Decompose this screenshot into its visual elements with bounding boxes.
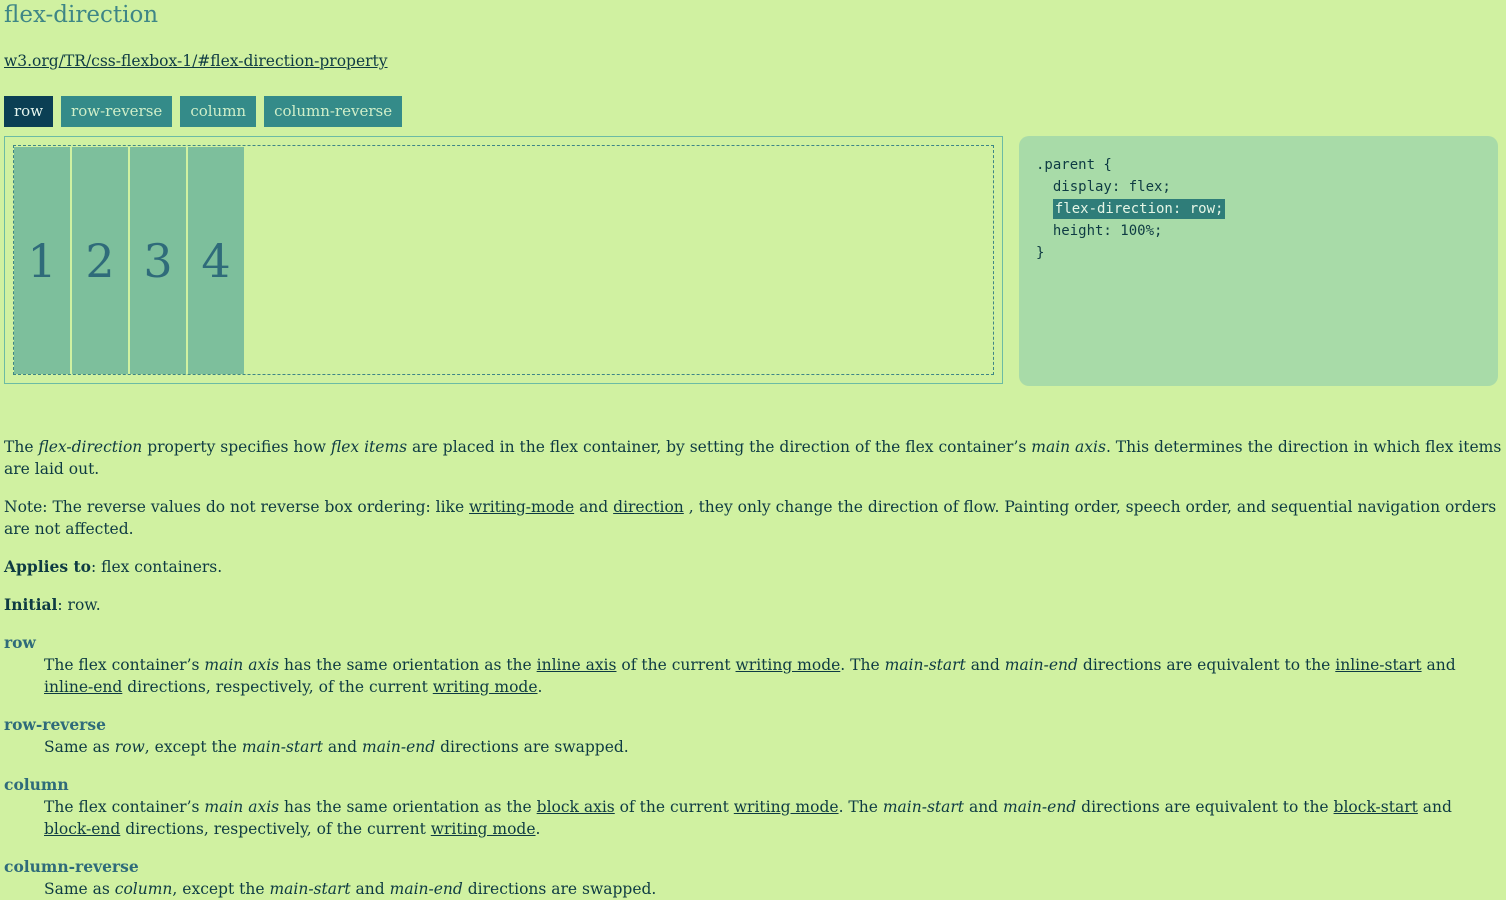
writing-mode-link[interactable]: writing mode [734, 798, 839, 816]
flex-item-label: 2 [85, 233, 115, 288]
block-axis-link[interactable]: block axis [537, 798, 615, 816]
code-panel: .parent { display: flex; flex-direction:… [1019, 136, 1498, 386]
demo-area: 1 2 3 4 .parent { display: flex; flex-di… [4, 136, 1502, 386]
page: flex-direction w3.org/TR/css-flexbox-1/#… [0, 0, 1506, 900]
block-end-link[interactable]: block-end [44, 820, 120, 838]
flex-item-3: 3 [130, 147, 186, 374]
code-line: height: 100%; [1036, 223, 1163, 239]
initial-value: Initial: row. [4, 595, 101, 614]
code-line: display: flex; [1036, 179, 1171, 195]
flex-item-1: 1 [14, 147, 70, 374]
demo-container: 1 2 3 4 [4, 136, 1003, 384]
writing-mode-link[interactable]: writing mode [736, 656, 841, 674]
column-button[interactable]: column [180, 96, 257, 127]
column-reverse-button[interactable]: column-reverse [264, 96, 403, 127]
note-paragraph: Note: The reverse values do not reverse … [4, 498, 1497, 538]
flex-item-4: 4 [188, 147, 244, 374]
def-term-column: column [4, 775, 69, 794]
code-line: .parent { [1036, 157, 1112, 173]
def-term-column-reverse: column-reverse [4, 857, 139, 876]
def-term-row: row [4, 633, 36, 652]
writing-mode-link[interactable]: writing-mode [469, 498, 574, 516]
def-desc-column-reverse: Same as column, except the main-start an… [44, 880, 657, 898]
def-desc-row-reverse: Same as row, except the main-start and m… [44, 738, 629, 756]
applies-to: Applies to: flex containers. [4, 557, 223, 576]
def-term-row-reverse: row-reverse [4, 715, 106, 734]
direction-buttons: row row-reverse column column-reverse [4, 96, 1502, 127]
description: The flex-direction property specifies ho… [4, 436, 1502, 900]
row-button[interactable]: row [4, 96, 54, 127]
flex-parent: 1 2 3 4 [13, 145, 994, 375]
def-desc-row: The flex container’s main axis has the s… [44, 656, 1456, 696]
row-reverse-button[interactable]: row-reverse [61, 96, 173, 127]
flex-item-label: 4 [201, 233, 231, 288]
direction-link[interactable]: direction [613, 498, 684, 516]
code-line: flex-direction: row; [1036, 198, 1481, 220]
code-line: } [1036, 245, 1045, 261]
writing-mode-link[interactable]: writing mode [431, 820, 536, 838]
inline-start-link[interactable]: inline-start [1335, 656, 1421, 674]
page-title: flex-direction [4, 2, 159, 28]
block-start-link[interactable]: block-start [1334, 798, 1418, 816]
spec-link[interactable]: w3.org/TR/css-flexbox-1/#flex-direction-… [4, 52, 388, 70]
flex-item-label: 1 [27, 233, 57, 288]
inline-end-link[interactable]: inline-end [44, 678, 122, 696]
flex-item-label: 3 [143, 233, 173, 288]
writing-mode-link[interactable]: writing mode [433, 678, 538, 696]
code-highlight: flex-direction: row; [1052, 199, 1226, 219]
flex-item-2: 2 [72, 147, 128, 374]
value-definitions: row The flex container’s main axis has t… [4, 632, 1502, 900]
description-paragraph: The flex-direction property specifies ho… [4, 438, 1502, 478]
def-desc-column: The flex container’s main axis has the s… [44, 798, 1452, 838]
inline-axis-link[interactable]: inline axis [537, 656, 617, 674]
